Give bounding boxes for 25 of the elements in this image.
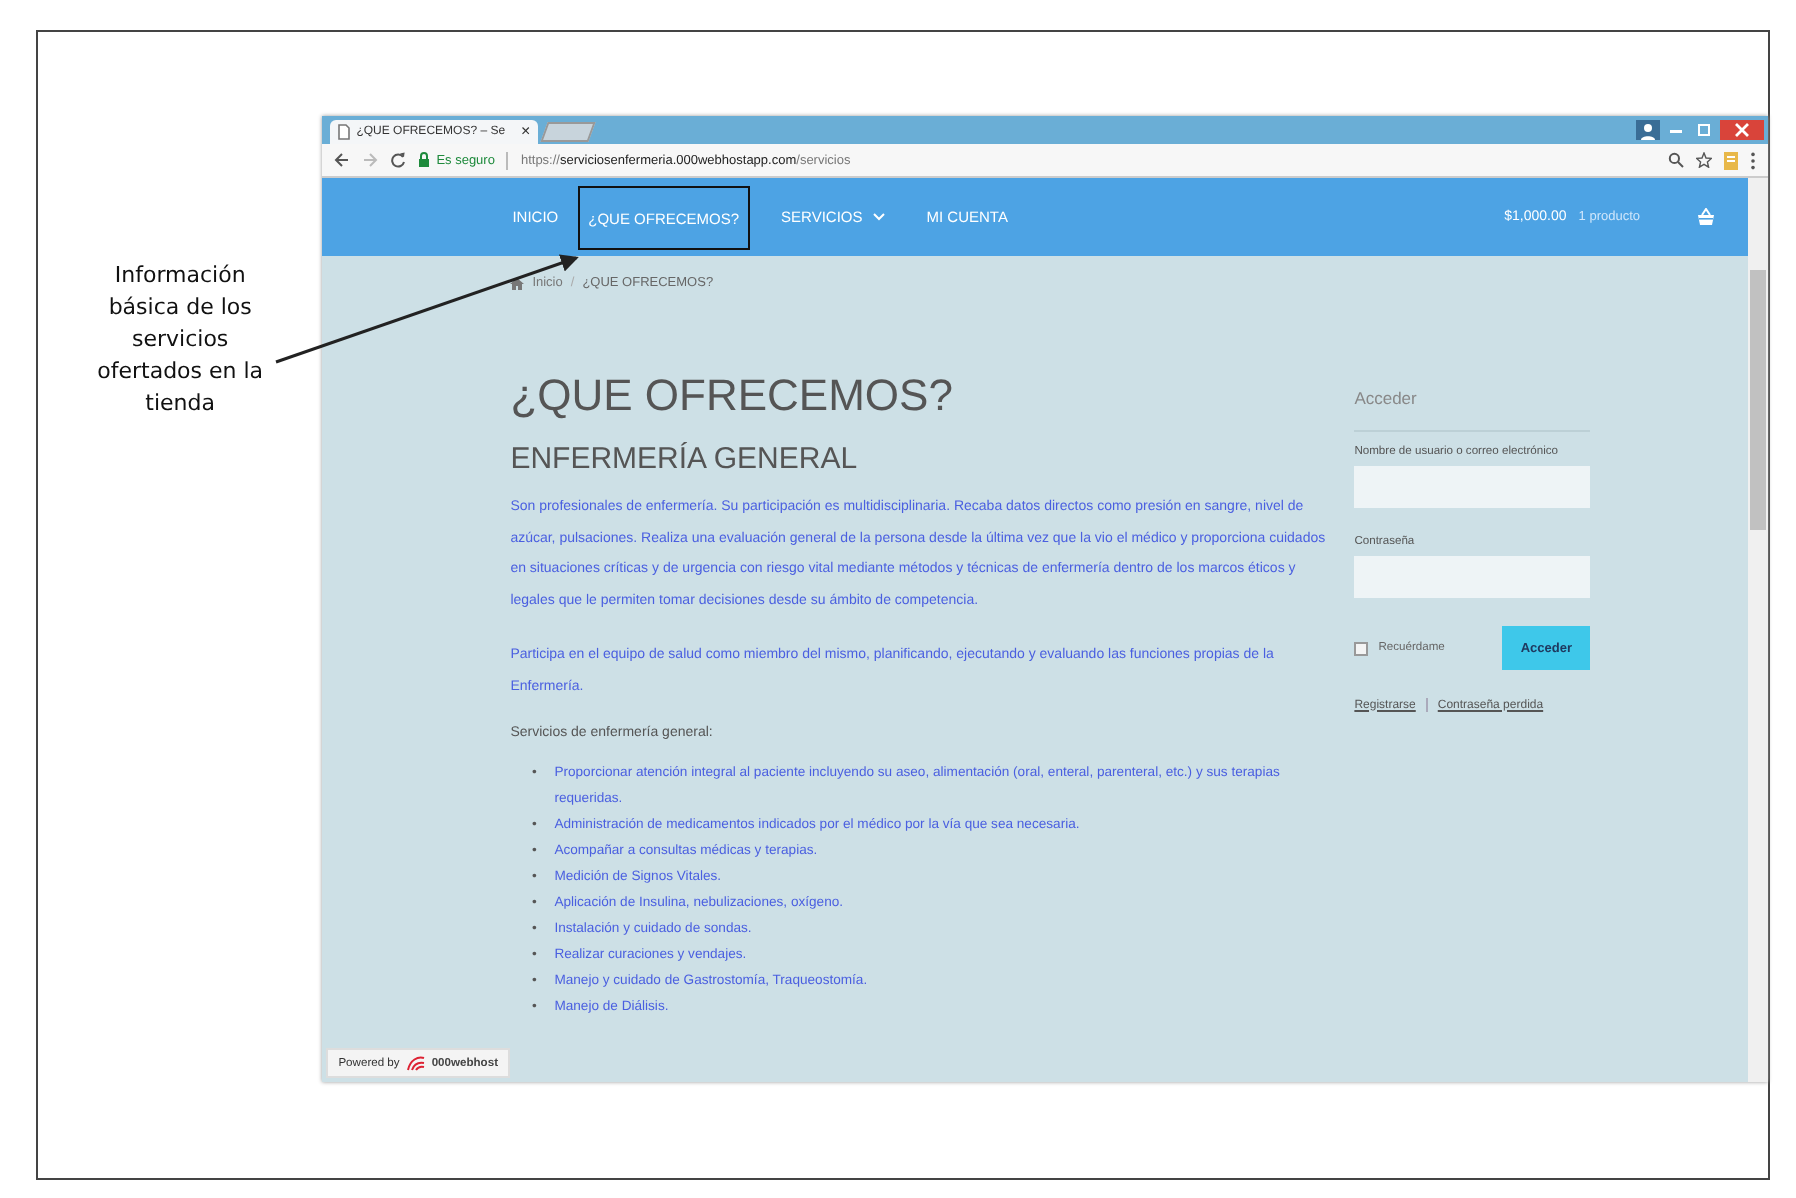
maximize-icon[interactable]	[1692, 120, 1716, 140]
login-heading: Acceder	[1354, 388, 1419, 408]
section-heading: ENFERMERÍA GENERAL	[510, 442, 860, 476]
reload-icon[interactable]	[390, 152, 407, 168]
search-icon[interactable]	[1668, 152, 1684, 168]
back-icon[interactable]	[334, 152, 351, 168]
password-field[interactable]	[1354, 556, 1591, 598]
star-icon[interactable]	[1696, 152, 1712, 168]
forward-icon[interactable]	[362, 152, 379, 168]
user-icon[interactable]	[1636, 120, 1660, 140]
annotation-text: Información básica de los servicios ofertados en la tienda	[95, 260, 266, 420]
scrollbar[interactable]	[1748, 178, 1768, 1082]
close-tab-button[interactable]: ×	[521, 124, 531, 140]
extension-icon[interactable]	[1724, 151, 1738, 169]
close-icon[interactable]	[1720, 120, 1764, 140]
menu-icon[interactable]	[1750, 151, 1756, 169]
page-icon	[338, 124, 351, 140]
swirl-logo-icon	[405, 1054, 426, 1072]
username-field[interactable]	[1354, 466, 1591, 508]
new-tab-button[interactable]	[540, 122, 596, 142]
basket-icon[interactable]	[1696, 208, 1716, 226]
home-icon	[510, 277, 525, 289]
remember-checkbox[interactable]	[1354, 641, 1369, 655]
lock-icon	[418, 152, 431, 168]
page-title: ¿QUE OFRECEMOS?	[510, 370, 955, 422]
